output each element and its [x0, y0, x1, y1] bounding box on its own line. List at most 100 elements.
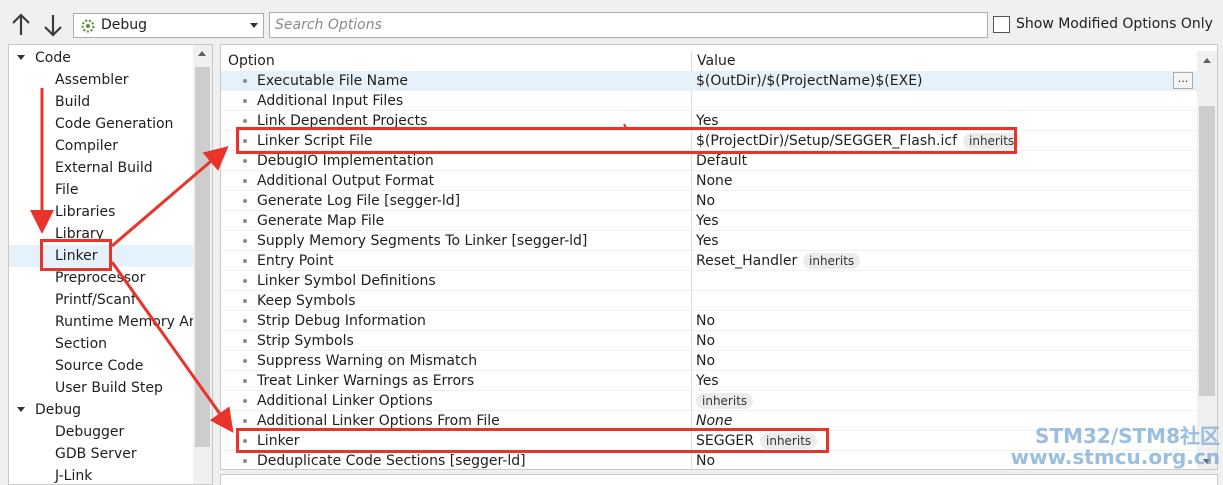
option-value[interactable]: Yes	[696, 211, 719, 231]
tree-item-debug[interactable]: Debug	[9, 399, 193, 421]
option-row[interactable]: Strip Symbols No	[221, 331, 1197, 351]
option-row[interactable]: Supply Memory Segments To Linker [segger…	[221, 231, 1197, 251]
bullet-icon	[243, 199, 247, 203]
tree-item-library[interactable]: Library	[9, 223, 193, 245]
option-value[interactable]: Yes	[696, 371, 719, 391]
option-value[interactable]: Reset_Handler	[696, 251, 797, 271]
option-row[interactable]: Additional Output Format None	[221, 171, 1197, 191]
tree-item-libraries[interactable]: Libraries	[9, 201, 193, 223]
option-name: Linker	[257, 433, 300, 449]
option-value[interactable]: No	[696, 191, 715, 211]
tree-item-label: Preprocessor	[55, 270, 146, 286]
scroll-thumb[interactable]	[195, 67, 210, 447]
inherits-badge: inherits	[696, 393, 754, 409]
tree-item-user-build-step[interactable]: User Build Step	[9, 377, 193, 399]
option-name: Strip Symbols	[257, 333, 354, 349]
inherits-badge: inherits	[803, 253, 861, 269]
move-up-button[interactable]	[10, 12, 32, 38]
option-name: Linker Script File	[257, 133, 373, 149]
option-row[interactable]: Linker Symbol Definitions	[221, 271, 1197, 291]
option-row[interactable]: Additional Linker Options inherits	[221, 391, 1197, 411]
option-row[interactable]: Link Dependent Projects Yes	[221, 111, 1197, 131]
show-modified-checkbox[interactable]	[993, 16, 1010, 33]
tree-item-build[interactable]: Build	[9, 91, 193, 113]
bullet-icon	[243, 119, 247, 123]
tree-item-linker[interactable]: Linker	[9, 245, 193, 267]
option-row[interactable]: Strip Debug Information No	[221, 311, 1197, 331]
option-row[interactable]: Executable File Name $(OutDir)/$(ProjectN…	[221, 71, 1197, 91]
tree-item-runtime-memory-ar[interactable]: Runtime Memory Ar	[9, 311, 195, 333]
bullet-icon	[243, 359, 247, 363]
option-value[interactable]: No	[696, 331, 715, 351]
tree-item-j-link[interactable]: J-Link	[9, 465, 193, 484]
option-value[interactable]: None	[696, 411, 733, 431]
option-row[interactable]: Treat Linker Warnings as Errors Yes	[221, 371, 1197, 391]
option-value[interactable]: SEGGER	[696, 431, 754, 451]
tree-scrollbar[interactable]	[193, 45, 212, 484]
tree-item-compiler[interactable]: Compiler	[9, 135, 193, 157]
tree-item-label: Code Generation	[55, 116, 174, 132]
bullet-icon	[243, 459, 247, 463]
tree-item-printf-scanf[interactable]: Printf/Scanf	[9, 289, 193, 311]
bullet-icon	[243, 319, 247, 323]
option-value[interactable]: Default	[696, 151, 747, 171]
tree-item-label: GDB Server	[55, 446, 137, 462]
inherits-badge: inherits	[760, 433, 818, 449]
tree-item-gdb-server[interactable]: GDB Server	[9, 443, 193, 465]
configuration-select[interactable]: Debug	[73, 13, 264, 38]
option-name: Suppress Warning on Mismatch	[257, 353, 478, 369]
option-value[interactable]: No	[696, 311, 715, 331]
bullet-icon	[243, 299, 247, 303]
option-name: Strip Debug Information	[257, 313, 426, 329]
option-row[interactable]: Generate Log File [segger-ld] No	[221, 191, 1197, 211]
tree-item-label: User Build Step	[55, 380, 163, 396]
tree-item-label: Section	[55, 336, 108, 352]
option-row[interactable]: Linker Script File $(ProjectDir)/Setup/SE…	[221, 131, 1197, 151]
option-value[interactable]: No	[696, 451, 715, 469]
grid-scrollbar[interactable]	[1197, 51, 1217, 469]
column-header-value[interactable]: Value	[697, 53, 735, 69]
option-name: Supply Memory Segments To Linker [segger…	[257, 233, 588, 249]
option-row[interactable]: DebugIO Implementation Default	[221, 151, 1197, 171]
tree-item-file[interactable]: File	[9, 179, 193, 201]
tree-item-preprocessor[interactable]: Preprocessor	[9, 267, 193, 289]
arrow-down-icon	[42, 12, 64, 38]
tree-item-debugger[interactable]: Debugger	[9, 421, 193, 443]
expand-triangle-icon[interactable]	[17, 55, 25, 60]
watermark: STM32/STM8社区 www.stmcu.org.cn	[990, 426, 1220, 468]
browse-button[interactable]: ...	[1173, 72, 1193, 89]
tree-item-external-build[interactable]: External Build	[9, 157, 193, 179]
watermark-line2: www.stmcu.org.cn	[1010, 445, 1220, 469]
tree-item-code-generation[interactable]: Code Generation	[9, 113, 193, 135]
option-value[interactable]: Yes	[696, 231, 719, 251]
option-row[interactable]: Keep Symbols	[221, 291, 1197, 311]
tree-item-section[interactable]: Section	[9, 333, 193, 355]
option-value[interactable]: None	[696, 171, 733, 191]
configuration-label: Debug	[101, 17, 148, 33]
bullet-icon	[243, 179, 247, 183]
option-row[interactable]: Generate Map File Yes	[221, 211, 1197, 231]
tree-item-assembler[interactable]: Assembler	[9, 69, 193, 91]
gear-icon	[80, 18, 96, 34]
option-row[interactable]: Additional Input Files	[221, 91, 1197, 111]
tree-item-code[interactable]: Code	[9, 47, 193, 69]
option-value[interactable]: No	[696, 351, 715, 371]
tree-item-label: Printf/Scanf	[55, 292, 136, 308]
option-value[interactable]: Yes	[696, 111, 719, 131]
scroll-up-icon[interactable]	[198, 51, 206, 56]
option-value[interactable]: $(OutDir)/$(ProjectName)$(EXE)	[696, 71, 923, 91]
expand-triangle-icon[interactable]	[17, 407, 25, 412]
scroll-thumb[interactable]	[1199, 106, 1215, 396]
option-name: Link Dependent Projects	[257, 113, 428, 129]
move-down-button[interactable]	[42, 12, 64, 38]
option-name: Additional Linker Options From File	[257, 413, 500, 429]
option-name: Entry Point	[257, 253, 334, 269]
scroll-up-icon[interactable]	[1203, 58, 1211, 63]
tree-item-source-code[interactable]: Source Code	[9, 355, 193, 377]
option-row[interactable]: Suppress Warning on Mismatch No	[221, 351, 1197, 371]
column-header-option[interactable]: Option	[228, 53, 275, 69]
option-value[interactable]: $(ProjectDir)/Setup/SEGGER_Flash.icf	[696, 131, 957, 151]
option-row[interactable]: Entry Point Reset_Handler inherits	[221, 251, 1197, 271]
option-name: Generate Log File [segger-ld]	[257, 193, 461, 209]
search-input[interactable]	[269, 12, 988, 38]
